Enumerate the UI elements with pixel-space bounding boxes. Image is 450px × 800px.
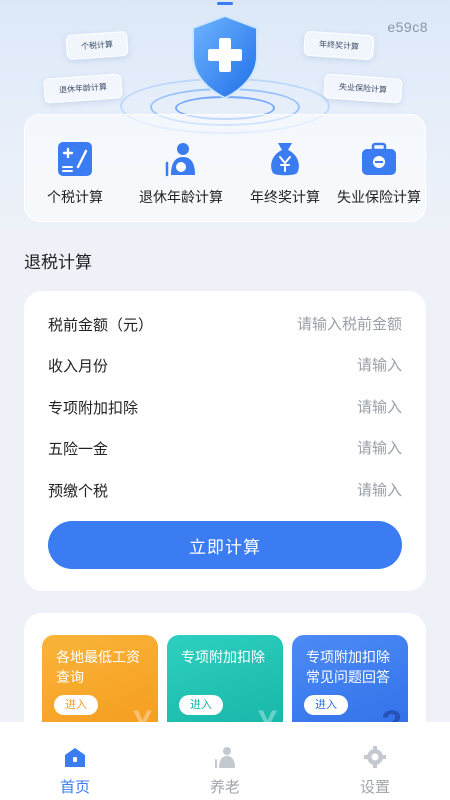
form-row-month: 收入月份 [48,350,402,380]
unemployment-calc-shortcut[interactable]: 失业保险计算 [331,115,427,223]
elderly-icon [215,747,235,768]
elderly-person-icon [165,143,195,177]
prepaid-tax-input[interactable] [202,481,402,499]
floating-tag: 个税计算 [65,30,129,61]
bottom-tab-bar: 首页 养老 设置 [0,722,450,800]
tab-pension[interactable]: 养老 [150,722,300,800]
field-label: 税前金额（元） [48,316,154,334]
income-month-input[interactable] [202,356,402,374]
tab-label: 设置 [359,779,390,796]
shield-icon [192,14,258,100]
feature-title: 专项附加扣除常见问题回答 [306,649,390,685]
shortcut-label: 年终奖计算 [250,189,320,205]
enter-button[interactable]: 进入 [54,695,98,715]
enter-button[interactable]: 进入 [304,695,348,715]
tab-settings[interactable]: 设置 [300,722,450,800]
form-row-insurance: 五险一金 [48,433,402,463]
feature-title: 各地最低工资查询 [56,649,140,685]
floating-tag: 年终奖计算 [303,30,375,61]
pretax-amount-input[interactable] [202,315,402,333]
tab-label: 首页 [59,779,90,796]
shortcut-label: 退休年龄计算 [139,189,223,205]
form-row-deduction: 专项附加扣除 [48,392,402,422]
shortcut-label: 失业保险计算 [337,189,421,205]
field-label: 五险一金 [48,440,109,458]
section-title: 退税计算 [24,253,92,272]
field-label: 预缴个税 [48,482,109,500]
form-row-prepaid: 预缴个税 [48,475,402,505]
insurance-fund-input[interactable] [202,439,402,457]
tax-calc-shortcut[interactable]: 个税计算 [31,115,119,223]
money-bag-icon [271,143,299,176]
field-label: 专项附加扣除 [48,399,139,417]
form-row-pretax: 税前金额（元） [48,309,402,339]
tab-label: 养老 [209,779,240,796]
home-icon [65,748,85,767]
hero-code: e59c8 [387,19,428,35]
floating-tag: 退休年龄计算 [43,73,123,104]
refund-form: 税前金额（元） 收入月份 专项附加扣除 五险一金 预缴个税 立即计算 [24,291,426,591]
field-label: 收入月份 [48,357,109,375]
tab-home[interactable]: 首页 [0,722,150,800]
page-indicator [217,2,233,5]
special-deduction-input[interactable] [202,398,402,416]
floating-tag: 失业保险计算 [323,73,403,104]
calculator-shortcuts: 个税计算 退休年龄计算 年终奖计算 失业保险计算 [24,114,426,222]
retirement-calc-shortcut[interactable]: 退休年龄计算 [129,115,233,223]
bonus-calc-shortcut[interactable]: 年终奖计算 [235,115,335,223]
briefcase-icon [362,142,396,175]
enter-button[interactable]: 进入 [179,695,223,715]
calculate-button[interactable]: 立即计算 [48,521,402,569]
shortcut-label: 个税计算 [47,189,103,205]
gear-icon [364,746,386,768]
calculator-icon [58,142,92,176]
feature-title: 专项附加扣除 [181,649,265,665]
